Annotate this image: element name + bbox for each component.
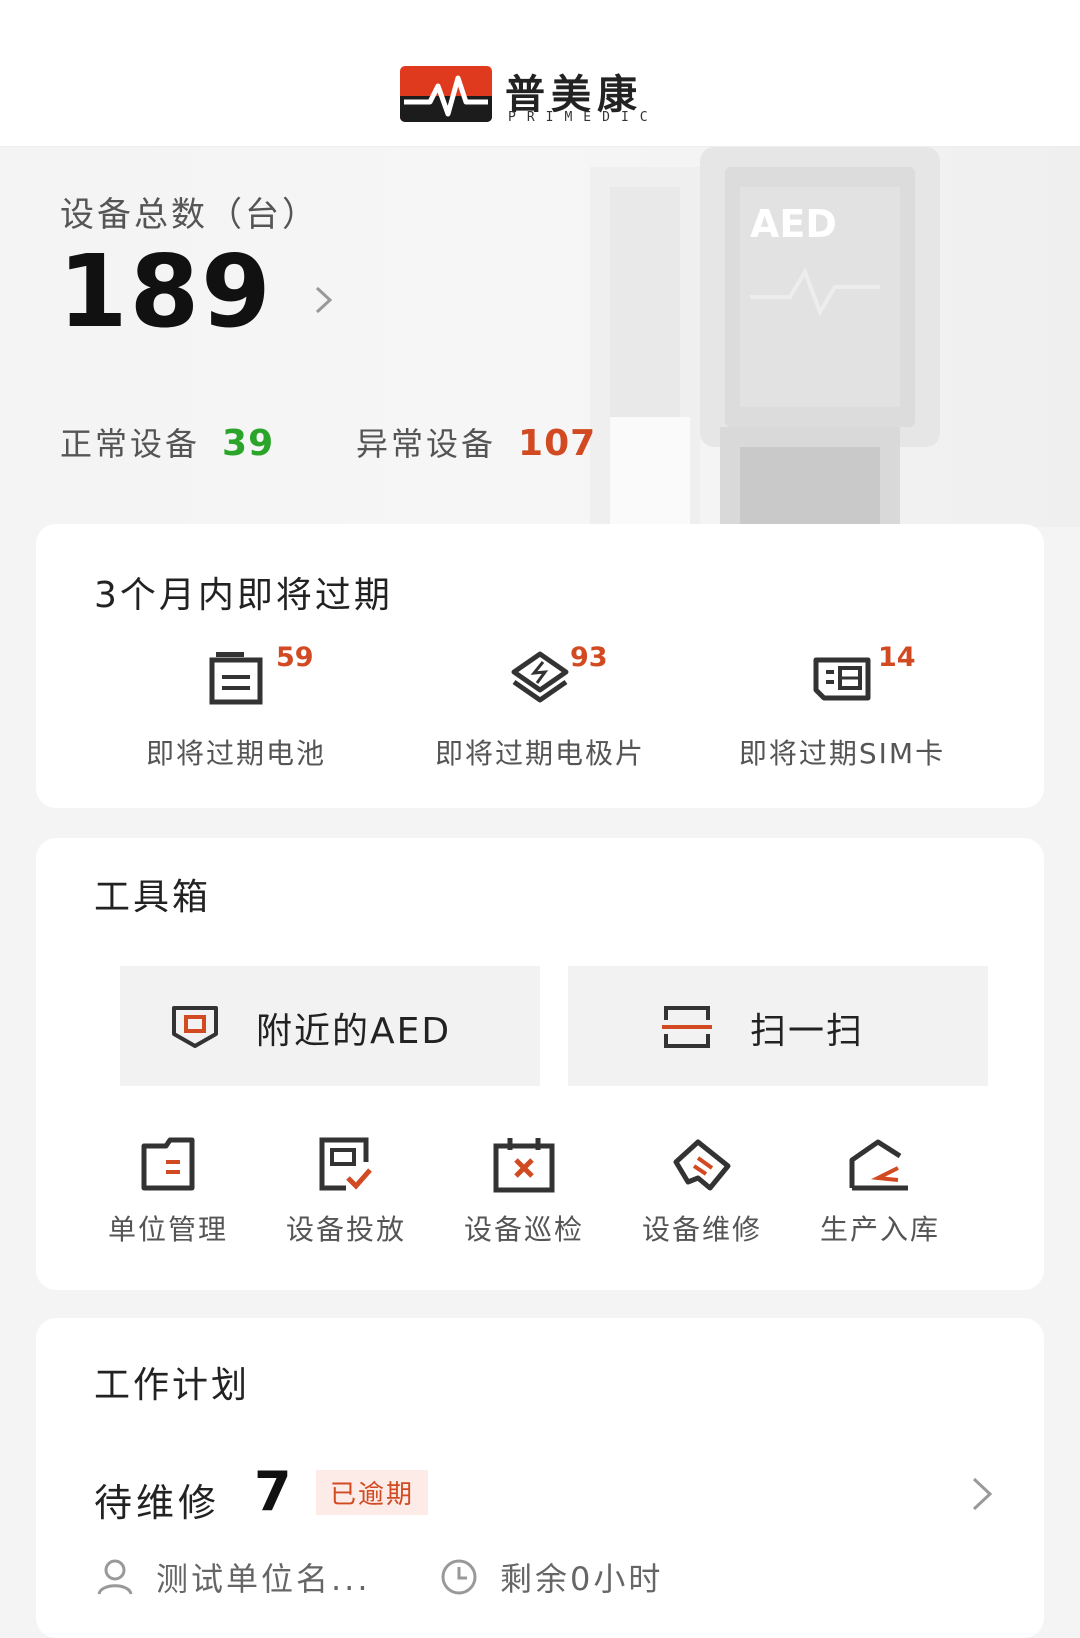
battery-icon: [209, 652, 263, 705]
chevron-right-icon[interactable]: [308, 285, 338, 315]
expiring-sim-item[interactable]: 14 即将过期SIM卡: [692, 642, 992, 772]
abnormal-devices-label: 异常设备: [356, 425, 497, 463]
scan-button[interactable]: 扫一扫: [568, 966, 988, 1086]
normal-devices-stat[interactable]: 正常设备 39: [60, 419, 274, 465]
unit-name: 测试单位名...: [156, 1560, 371, 1598]
pending-repair-meta: 测试单位名... 剩余0小时: [94, 1554, 1014, 1604]
chevron-right-icon[interactable]: [966, 1476, 996, 1512]
toolbox-card: 工具箱 附近的AED 扫一扫 单位管理 设备投放 设备巡检 设备维修 生产入库: [36, 838, 1044, 1290]
tool-device-repair[interactable]: 设备维修: [610, 1136, 794, 1248]
aed-shield-icon: [172, 1006, 218, 1048]
warehouse-in-icon: [849, 1139, 908, 1191]
nearby-aed-button[interactable]: 附近的AED: [120, 966, 540, 1086]
device-summary: AED 设备总数（台） 189 正常设备 39 异常设备 107: [0, 147, 1080, 527]
person-icon: [97, 1559, 133, 1595]
expiring-electrode-item[interactable]: 93 即将过期电极片: [390, 642, 690, 772]
brand-name-en: PRIMEDIC: [508, 110, 659, 125]
overdue-badge: 已逾期: [316, 1470, 429, 1515]
device-inspection-icon: [493, 1138, 555, 1193]
pending-repair-row[interactable]: 待维修 7 已逾期: [94, 1460, 996, 1526]
total-devices-value[interactable]: 189: [58, 233, 273, 350]
total-devices-label: 设备总数（台）: [60, 195, 319, 235]
pending-repair-label: 待维修: [94, 1481, 221, 1525]
scan-icon: [662, 1006, 712, 1048]
device-deploy-icon: [319, 1137, 372, 1191]
work-plan-card: 工作计划 待维修 7 已逾期 测试单位名... 剩余0小时: [36, 1318, 1044, 1638]
tool-device-deploy[interactable]: 设备投放: [254, 1136, 438, 1248]
expiring-battery-count: 59: [276, 642, 314, 673]
expiring-sim-count: 14: [878, 642, 916, 673]
electrode-pad-icon: [511, 651, 569, 703]
remaining-time: 剩余0小时: [500, 1560, 664, 1598]
tool-device-deploy-label: 设备投放: [285, 1213, 406, 1246]
nearby-aed-label: 附近的AED: [256, 1011, 452, 1052]
unit-management-icon: [141, 1137, 195, 1191]
tool-device-repair-label: 设备维修: [641, 1213, 762, 1246]
ecg-logo-icon: [400, 66, 492, 122]
device-repair-icon: [673, 1139, 731, 1191]
expiring-battery-label: 即将过期电池: [145, 737, 326, 770]
abnormal-devices-stat[interactable]: 异常设备 107: [356, 419, 596, 465]
work-plan-title: 工作计划: [94, 1365, 251, 1406]
expiring-sim-label: 即将过期SIM卡: [738, 737, 946, 770]
app-header: 普美康 PRIMEDIC: [0, 0, 1080, 147]
tool-unit-management[interactable]: 单位管理: [76, 1136, 260, 1248]
pending-repair-count: 7: [254, 1460, 292, 1523]
expiring-battery-item[interactable]: 59 即将过期电池: [86, 642, 386, 772]
tool-unit-management-label: 单位管理: [107, 1213, 228, 1246]
expiring-soon-card: 3个月内即将过期 59 即将过期电池 93 即将过期电极片 14 即将过期SIM…: [36, 524, 1044, 808]
toolbox-title: 工具箱: [94, 877, 212, 918]
normal-devices-label: 正常设备: [60, 425, 201, 463]
primedic-logo: 普美康 PRIMEDIC: [400, 64, 690, 126]
expiring-soon-title: 3个月内即将过期: [94, 575, 393, 616]
normal-devices-count: 39: [222, 423, 275, 464]
expiring-electrode-label: 即将过期电极片: [434, 737, 645, 770]
aed-cabinet-illustration: AED: [590, 147, 940, 527]
scan-label: 扫一扫: [750, 1011, 865, 1052]
clock-icon: [441, 1559, 477, 1595]
tool-device-inspection-label: 设备巡检: [463, 1213, 584, 1246]
tool-device-inspection[interactable]: 设备巡检: [432, 1136, 616, 1248]
tool-warehouse-in[interactable]: 生产入库: [788, 1136, 972, 1248]
svg-text:AED: AED: [750, 202, 837, 246]
abnormal-devices-count: 107: [518, 423, 597, 464]
sim-card-icon: [813, 657, 871, 701]
expiring-electrode-count: 93: [570, 642, 608, 673]
tool-warehouse-in-label: 生产入库: [819, 1213, 940, 1246]
